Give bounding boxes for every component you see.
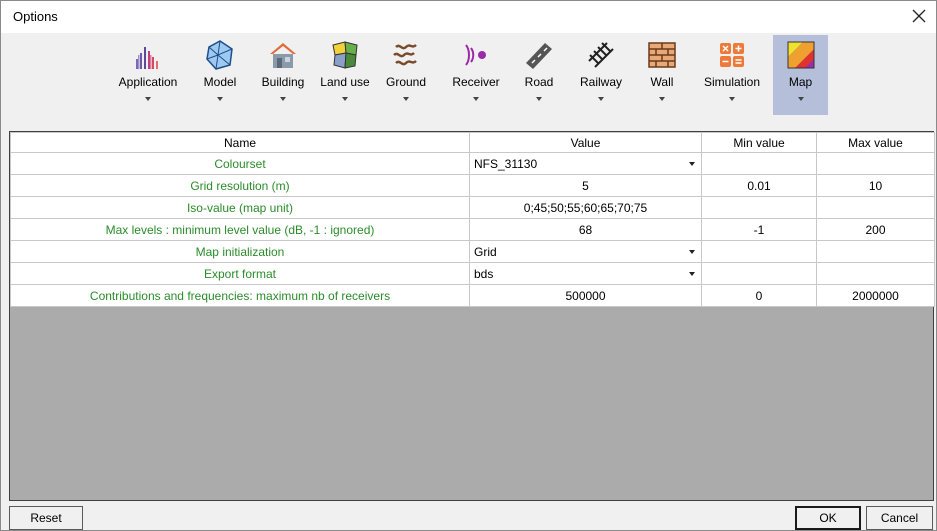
column-header-min-value[interactable]: Min value [701, 132, 817, 153]
properties-table: Name Value Min value Max value Colourset… [10, 132, 935, 307]
tab-map[interactable]: Map [773, 35, 828, 115]
colourset-select[interactable]: NFS_31130 [469, 152, 702, 175]
row-name: Colourset [10, 152, 470, 175]
tab-railway[interactable]: Railway [572, 35, 630, 115]
title-bar: Options [1, 1, 936, 33]
chevron-down-icon [145, 97, 151, 101]
tab-road[interactable]: Road [510, 35, 568, 115]
tab-wall[interactable]: Wall [633, 35, 691, 115]
row-max [816, 240, 935, 263]
table-row: Export format bds [10, 262, 935, 285]
tab-building[interactable]: Building [254, 35, 312, 115]
tab-label: Application [118, 75, 178, 89]
select-value: bds [474, 266, 494, 281]
select-value: Grid [474, 244, 497, 259]
row-max: 2000000 [816, 284, 935, 307]
properties-grid: Name Value Min value Max value Colourset… [9, 131, 935, 501]
grid-resolution-input[interactable]: 5 [469, 174, 702, 197]
row-name: Contributions and frequencies: maximum n… [10, 284, 470, 307]
table-row: Iso-value (map unit) 0;45;50;55;60;65;70… [10, 196, 935, 219]
row-min: 0 [701, 284, 817, 307]
row-min: -1 [701, 218, 817, 241]
wall-icon [646, 39, 678, 71]
column-header-max-value[interactable]: Max value [816, 132, 935, 153]
reset-button[interactable]: Reset [9, 506, 83, 530]
table-row: Grid resolution (m) 5 0.01 10 [10, 174, 935, 197]
dropdown-arrow-icon[interactable] [689, 250, 695, 254]
row-max: 10 [816, 174, 935, 197]
tab-model[interactable]: Model [191, 35, 249, 115]
column-header-value[interactable]: Value [469, 132, 702, 153]
road-icon [523, 39, 555, 71]
row-min [701, 262, 817, 285]
tab-simulation[interactable]: Simulation [703, 35, 761, 115]
ground-icon [390, 39, 422, 71]
chevron-down-icon [403, 97, 409, 101]
table-row: Max levels : minimum level value (dB, -1… [10, 218, 935, 241]
chevron-down-icon [280, 97, 286, 101]
tab-application[interactable]: Application [119, 35, 177, 115]
table-row: Colourset NFS_31130 [10, 152, 935, 175]
row-name: Grid resolution (m) [10, 174, 470, 197]
table-header-row: Name Value Min value Max value [10, 132, 935, 153]
tab-label: Map [788, 75, 813, 89]
table-row: Map initialization Grid [10, 240, 935, 263]
receiver-icon [460, 39, 492, 71]
category-toolbar: Application Model Building Land use Grou… [1, 33, 936, 119]
row-min [701, 196, 817, 219]
dropdown-arrow-icon[interactable] [689, 162, 695, 166]
table-row: Contributions and frequencies: maximum n… [10, 284, 935, 307]
cancel-button[interactable]: Cancel [866, 506, 933, 530]
chevron-down-icon [729, 97, 735, 101]
tab-label: Wall [650, 75, 674, 89]
row-max [816, 152, 935, 175]
close-icon[interactable] [908, 5, 930, 27]
column-header-name[interactable]: Name [10, 132, 470, 153]
railway-icon [585, 39, 617, 71]
window-title: Options [13, 9, 58, 24]
row-name: Iso-value (map unit) [10, 196, 470, 219]
row-min: 0.01 [701, 174, 817, 197]
row-max [816, 262, 935, 285]
map-icon [785, 39, 817, 71]
map-initialization-select[interactable]: Grid [469, 240, 702, 263]
model-icon [204, 39, 236, 71]
tab-receiver[interactable]: Receiver [447, 35, 505, 115]
chevron-down-icon [797, 97, 804, 101]
simulation-icon [716, 39, 748, 71]
tab-land-use[interactable]: Land use [316, 35, 374, 115]
select-value: NFS_31130 [474, 156, 538, 171]
row-min [701, 240, 817, 263]
options-dialog: Options Application Model Building Land … [0, 0, 937, 531]
export-format-select[interactable]: bds [469, 262, 702, 285]
max-levels-input[interactable]: 68 [469, 218, 702, 241]
building-icon [267, 39, 299, 71]
application-icon [132, 39, 164, 71]
chevron-down-icon [217, 97, 223, 101]
row-name: Export format [10, 262, 470, 285]
chevron-down-icon [536, 97, 542, 101]
tab-ground[interactable]: Ground [377, 35, 435, 115]
iso-value-input[interactable]: 0;45;50;55;60;65;70;75 [469, 196, 702, 219]
tab-label: Ground [385, 75, 427, 89]
row-max [816, 196, 935, 219]
max-receivers-input[interactable]: 500000 [469, 284, 702, 307]
chevron-down-icon [598, 97, 604, 101]
row-name: Max levels : minimum level value (dB, -1… [10, 218, 470, 241]
chevron-down-icon [473, 97, 479, 101]
land-use-icon [329, 39, 361, 71]
tab-label: Simulation [703, 75, 761, 89]
row-name: Map initialization [10, 240, 470, 263]
row-max: 200 [816, 218, 935, 241]
row-min [701, 152, 817, 175]
ok-button[interactable]: OK [795, 506, 861, 530]
chevron-down-icon [342, 97, 348, 101]
chevron-down-icon [659, 97, 665, 101]
dropdown-arrow-icon[interactable] [689, 272, 695, 276]
